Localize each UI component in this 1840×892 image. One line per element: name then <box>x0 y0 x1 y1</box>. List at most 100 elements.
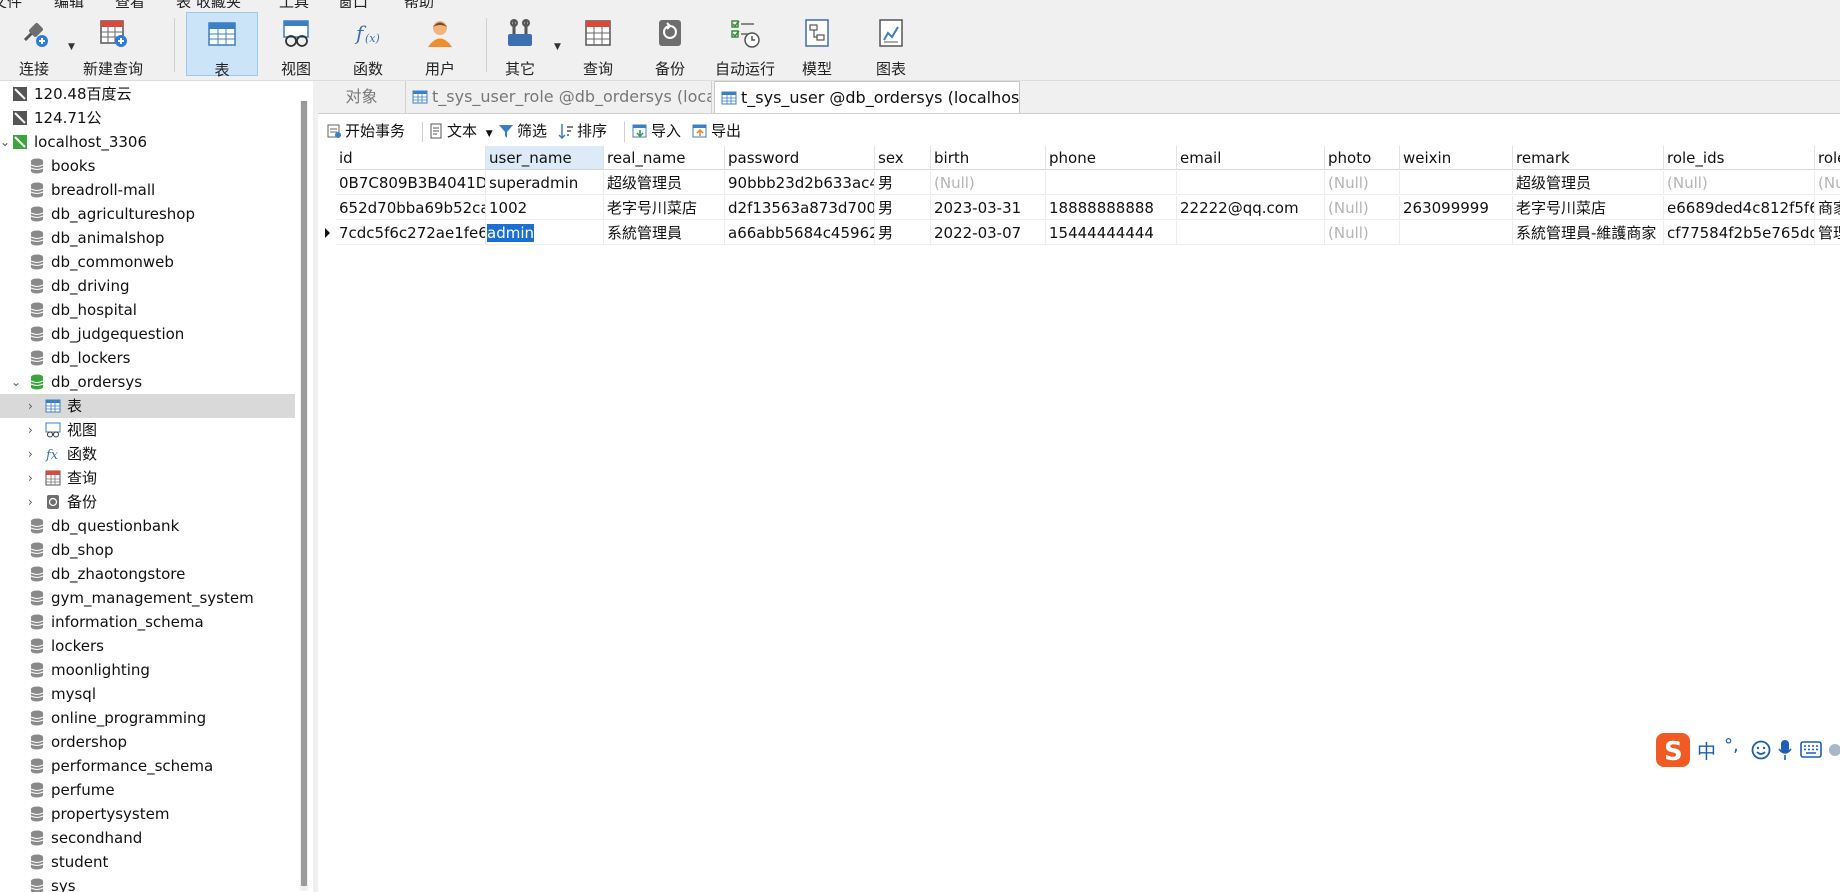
chevron-right-icon[interactable]: › <box>28 466 33 490</box>
chevron-down-icon[interactable]: ▼ <box>68 42 75 52</box>
scrollbar-thumb[interactable] <box>301 101 307 886</box>
table-cell[interactable]: 2022-03-07 <box>931 221 1046 245</box>
table-cell[interactable]: 老字号川菜店 <box>604 196 725 220</box>
column-header[interactable]: password <box>725 146 875 170</box>
column-header[interactable]: role_ids <box>1664 146 1815 170</box>
column-header[interactable]: birth <box>931 146 1046 170</box>
tree-item-database[interactable]: secondhand <box>0 826 296 850</box>
table-cell[interactable]: 商家 <box>1815 196 1840 220</box>
chevron-down-icon[interactable]: ⌄ <box>11 370 21 394</box>
text-view-button[interactable]: 文本 ▼ <box>428 119 493 143</box>
tree-item-functions[interactable]: › fx 函数 <box>0 442 296 466</box>
tree-item-tables[interactable]: › 表 <box>0 394 295 418</box>
chart-button[interactable]: 图表 <box>862 12 920 78</box>
tree-item-database[interactable]: db_questionbank <box>0 514 296 538</box>
other-button[interactable]: 其它 ▼ <box>494 12 561 78</box>
import-button[interactable]: 导入 <box>632 119 681 143</box>
table-cell[interactable]: (Null) <box>1664 171 1815 195</box>
tree-item-database[interactable]: gym_management_system <box>0 586 296 610</box>
table-cell[interactable] <box>1400 221 1513 245</box>
column-header[interactable]: role <box>1815 146 1840 170</box>
tree-item-database[interactable]: books <box>0 154 296 178</box>
table-cell[interactable]: a66abb5684c45962c <box>725 221 875 245</box>
chevron-down-icon[interactable]: ▼ <box>554 42 561 52</box>
tab-t-sys-user[interactable]: t_sys_user @db_ordersys (localhost_... <box>714 81 1020 113</box>
chevron-right-icon[interactable]: › <box>28 418 33 442</box>
table-cell[interactable]: 22222@qq.com <box>1177 196 1325 220</box>
column-header[interactable]: real_name <box>604 146 725 170</box>
view-button[interactable]: 视图 <box>266 12 326 78</box>
table-cell[interactable]: 男 <box>875 221 931 245</box>
column-header[interactable]: user_name <box>486 146 604 170</box>
table-cell[interactable]: 男 <box>875 196 931 220</box>
emoji-icon[interactable] <box>1751 740 1771 760</box>
menu-view[interactable]: 查看 <box>115 0 145 8</box>
begin-transaction-button[interactable]: 开始事务 <box>326 119 405 143</box>
column-header[interactable]: photo <box>1325 146 1400 170</box>
table-cell[interactable]: (Nu <box>1815 171 1840 195</box>
tree-item-database[interactable]: db_animalshop <box>0 226 296 250</box>
table-cell[interactable]: 0B7C809B3B4041DE <box>336 171 486 195</box>
table-cell[interactable]: e6689ded4c812f5f6 <box>1664 196 1815 220</box>
table-cell[interactable]: admin <box>486 221 604 245</box>
table-button[interactable]: 表 <box>186 12 258 79</box>
table-cell[interactable]: 男 <box>875 171 931 195</box>
table-cell[interactable]: (Null) <box>1325 221 1400 245</box>
ime-lang-toggle[interactable]: 中 <box>1697 737 1716 764</box>
table-cell[interactable]: cf77584f2b5e765dd <box>1664 221 1815 245</box>
tree-item-database[interactable]: db_driving <box>0 274 296 298</box>
menu-table[interactable]: 表 <box>176 0 191 8</box>
table-cell[interactable]: 系統管理員-維護商家 <box>1513 221 1664 245</box>
table-cell[interactable]: 系統管理員 <box>604 221 725 245</box>
table-cell[interactable]: 超级管理员 <box>604 171 725 195</box>
table-cell[interactable]: 15444444444 <box>1046 221 1177 245</box>
table-cell[interactable]: 管理 <box>1815 221 1840 245</box>
tree-item-database[interactable]: ordershop <box>0 730 296 754</box>
tree-item-database[interactable]: perfume <box>0 778 296 802</box>
sogou-logo-icon[interactable]: S <box>1655 732 1691 768</box>
tree-item-database[interactable]: sys <box>0 874 296 892</box>
table-cell[interactable]: (Null) <box>1325 196 1400 220</box>
tree-item-connection[interactable]: 124.71公 <box>0 106 296 130</box>
auto-run-button[interactable]: 自动运行 <box>712 12 778 78</box>
filter-button[interactable]: 筛选 <box>498 119 547 143</box>
table-cell[interactable]: 超级管理员 <box>1513 171 1664 195</box>
column-header[interactable]: email <box>1177 146 1325 170</box>
sort-button[interactable]: 排序 <box>558 119 607 143</box>
tree-item-database[interactable]: db_judgequestion <box>0 322 296 346</box>
chevron-right-icon[interactable]: › <box>28 490 33 514</box>
tree-item-database[interactable]: mysql <box>0 682 296 706</box>
table-cell[interactable]: superadmin <box>486 171 604 195</box>
tree-item-database[interactable]: moonlighting <box>0 658 296 682</box>
tree-item-views[interactable]: › 视图 <box>0 418 296 442</box>
chevron-right-icon[interactable]: › <box>28 394 33 418</box>
table-cell[interactable]: 263099999 <box>1400 196 1513 220</box>
column-header[interactable]: phone <box>1046 146 1177 170</box>
sidebar-scrollbar[interactable] <box>300 101 308 891</box>
table-cell[interactable]: 1002 <box>486 196 604 220</box>
tree-item-backups[interactable]: › 备份 <box>0 490 296 514</box>
menu-tools[interactable]: 工具 <box>279 0 309 8</box>
column-header[interactable]: id <box>336 146 486 170</box>
tree-item-database[interactable]: online_programming <box>0 706 296 730</box>
tree-item-database[interactable]: db_lockers <box>0 346 296 370</box>
model-button[interactable]: 模型 <box>788 12 846 78</box>
table-cell[interactable] <box>1400 171 1513 195</box>
tree-item-database[interactable]: db_shop <box>0 538 296 562</box>
table-cell[interactable]: 7cdc5f6c272ae1fe64 <box>336 221 486 245</box>
selected-cell-text[interactable]: admin <box>487 224 534 242</box>
menu-edit[interactable]: 编辑 <box>54 0 84 8</box>
chevron-right-icon[interactable]: › <box>28 442 33 466</box>
chevron-down-icon[interactable]: ⌄ <box>0 130 10 154</box>
export-button[interactable]: 导出 <box>692 119 741 143</box>
column-header[interactable]: sex <box>875 146 931 170</box>
chevron-down-icon[interactable]: ▼ <box>486 129 493 139</box>
column-header[interactable]: weixin <box>1400 146 1513 170</box>
tree-item-database[interactable]: db_hospital <box>0 298 296 322</box>
table-cell[interactable]: d2f13563a873d700e <box>725 196 875 220</box>
tree-item-database[interactable]: lockers <box>0 634 296 658</box>
table-cell[interactable] <box>1046 171 1177 195</box>
table-cell[interactable]: (Null) <box>931 171 1046 195</box>
tree-item-database[interactable]: db_zhaotongstore <box>0 562 296 586</box>
menu-favorites[interactable]: 收藏夹 <box>196 0 241 8</box>
